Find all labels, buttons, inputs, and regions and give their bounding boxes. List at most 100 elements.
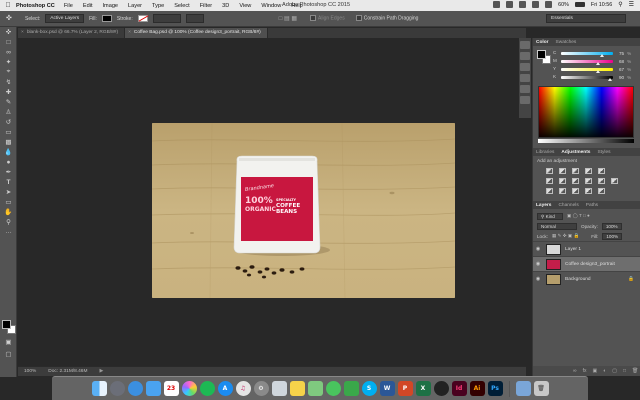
blur-tool-icon[interactable]: 💧 xyxy=(0,147,17,157)
brightness-adjust-icon[interactable] xyxy=(546,168,553,174)
app-menu[interactable]: Photoshop CC xyxy=(16,3,55,9)
vibrance-adjust-icon[interactable] xyxy=(598,168,605,174)
marquee-tool-icon[interactable]: □ xyxy=(0,37,17,47)
menu-image[interactable]: Image xyxy=(103,3,119,9)
slider-thumb[interactable] xyxy=(607,77,612,81)
align-edges-checkbox[interactable] xyxy=(310,15,317,22)
bw-adjust-icon[interactable] xyxy=(572,178,579,184)
apple-icon[interactable]:  xyxy=(0,2,16,9)
quick-mask-icon[interactable]: ▣ xyxy=(0,337,17,347)
tab-channels[interactable]: Channels xyxy=(558,203,578,208)
document-canvas[interactable]: Brandname 100% SPECIALTY ORGANIC COFFEE … xyxy=(152,123,455,298)
tab-layers[interactable]: Layers xyxy=(536,203,551,208)
clock[interactable]: Fri 10:56 xyxy=(591,2,612,8)
workspace-switcher[interactable]: Essentials xyxy=(546,14,626,23)
layer-name[interactable]: Background xyxy=(565,277,591,282)
menu-layer[interactable]: Layer xyxy=(128,3,142,9)
levels-adjust-icon[interactable] xyxy=(559,168,566,174)
stickies-icon[interactable] xyxy=(289,381,305,396)
align-edges-option[interactable]: Align Edges xyxy=(310,15,345,22)
notification-center-icon[interactable]: ☰ xyxy=(629,1,634,8)
tab-blank-box[interactable]: × blank-box.psd @ 66.7% (Layer 2, RGB/8#) xyxy=(18,28,126,38)
history-brush-tool-icon[interactable]: ↺ xyxy=(0,117,17,127)
layer-row-coffee-design[interactable]: ◉ Coffee design3_portrait xyxy=(533,256,640,271)
stroke-width-field[interactable] xyxy=(152,14,181,23)
powerpoint-icon[interactable]: P xyxy=(397,381,413,396)
finder-icon[interactable] xyxy=(91,381,107,396)
tab-swatches[interactable]: Swatches xyxy=(556,40,577,45)
curves-adjust-icon[interactable] xyxy=(572,168,579,174)
kind-filter-dropdown[interactable]: ⚲ Kind xyxy=(537,212,563,220)
fill-swatch[interactable] xyxy=(101,15,112,22)
stroke-swatch[interactable] xyxy=(137,15,148,22)
indesign-icon[interactable]: Id xyxy=(451,381,467,396)
tab-styles[interactable]: Styles xyxy=(597,150,610,155)
music-icon[interactable]: ♫ xyxy=(235,381,251,396)
new-adjustment-icon[interactable]: ◐ xyxy=(603,368,606,374)
eyedropper-tool-icon[interactable]: ↯ xyxy=(0,77,17,87)
constrain-checkbox[interactable] xyxy=(355,15,362,22)
systemprefs-icon[interactable]: ⚙ xyxy=(253,381,269,396)
safari-icon[interactable] xyxy=(127,381,143,396)
hand-tool-icon[interactable]: ✋ xyxy=(0,207,17,217)
link-layers-icon[interactable]: ∞ xyxy=(573,368,577,374)
healing-tool-icon[interactable]: ✚ xyxy=(0,87,17,97)
path-select-tool-icon[interactable]: ➤ xyxy=(0,187,17,197)
menu-3d[interactable]: 3D xyxy=(222,3,229,9)
gradient-map-adjust-icon[interactable] xyxy=(585,188,592,194)
excel-icon[interactable]: X xyxy=(415,381,431,396)
menu-edit[interactable]: Edit xyxy=(83,3,93,9)
layer-name[interactable]: Layer 1 xyxy=(565,247,581,252)
grayscale-ramp[interactable] xyxy=(538,139,634,143)
gradient-tool-icon[interactable]: ▩ xyxy=(0,137,17,147)
color-spectrum[interactable] xyxy=(538,86,634,138)
fx-icon[interactable]: fx xyxy=(583,368,587,374)
tab-libraries[interactable]: Libraries xyxy=(536,150,554,155)
crop-tool-icon[interactable]: ⌖ xyxy=(0,67,17,77)
slider-c-track[interactable] xyxy=(561,51,613,57)
posterize-adjust-icon[interactable] xyxy=(559,188,566,194)
brush-tool-icon[interactable]: ✎ xyxy=(0,97,17,107)
menu-window[interactable]: Window xyxy=(261,3,281,9)
properties-panel-icon[interactable] xyxy=(520,52,530,60)
menu-type[interactable]: Type xyxy=(152,3,164,9)
photos-icon[interactable] xyxy=(181,381,197,396)
menu-filter[interactable]: Filter xyxy=(200,3,212,9)
shape-tool-icon[interactable]: ▭ xyxy=(0,197,17,207)
selective-color-adjust-icon[interactable] xyxy=(598,188,605,194)
history-panel-icon[interactable] xyxy=(520,41,530,49)
word-icon[interactable]: W xyxy=(379,381,395,396)
slider-y[interactable]: Y 67% xyxy=(533,65,640,73)
layer-row-background[interactable]: ◉ Background 🔒 xyxy=(533,271,640,286)
search-icon[interactable]: ⚲ xyxy=(618,1,622,8)
facetime-icon[interactable] xyxy=(343,381,359,396)
fg-bg-color[interactable] xyxy=(2,320,16,334)
invert-adjust-icon[interactable] xyxy=(546,188,553,194)
stamp-tool-icon[interactable]: ♙ xyxy=(0,107,17,117)
constrain-option[interactable]: Constrain Path Dragging xyxy=(355,15,418,22)
slider-y-track[interactable] xyxy=(561,67,613,73)
move-tool-icon[interactable]: ✜ xyxy=(6,14,20,24)
opacity-field[interactable]: 100% xyxy=(601,222,622,230)
menu-select[interactable]: Select xyxy=(174,3,190,9)
slider-k-track[interactable] xyxy=(561,75,613,81)
slider-c[interactable]: C 75% xyxy=(533,49,640,57)
path-ops-icons[interactable]: □ ▤ ▦ xyxy=(279,15,297,22)
calendar-icon[interactable]: 23 xyxy=(163,381,179,396)
menu-view[interactable]: View xyxy=(239,3,251,9)
appstore-icon[interactable]: A xyxy=(217,381,233,396)
wifi-icon[interactable] xyxy=(532,1,540,8)
skype-icon[interactable]: S xyxy=(361,381,377,396)
layer-row-layer-1[interactable]: ◉ Layer 1 xyxy=(533,241,640,256)
layer-name[interactable]: Coffee design3_portrait xyxy=(565,262,615,267)
select-dropdown[interactable]: Active Layers xyxy=(45,14,85,23)
tab-paths[interactable]: Paths xyxy=(586,203,598,208)
launchpad-icon[interactable] xyxy=(109,381,125,396)
hue-sat-adjust-icon[interactable] xyxy=(546,178,553,184)
foreground-color[interactable] xyxy=(2,320,11,329)
mail-icon[interactable] xyxy=(145,381,161,396)
trash-icon[interactable]: 🗑 xyxy=(533,381,549,396)
add-mask-icon[interactable]: ▣ xyxy=(592,368,597,374)
dodge-tool-icon[interactable]: ● xyxy=(0,157,17,167)
new-group-icon[interactable]: ▢ xyxy=(612,368,617,374)
